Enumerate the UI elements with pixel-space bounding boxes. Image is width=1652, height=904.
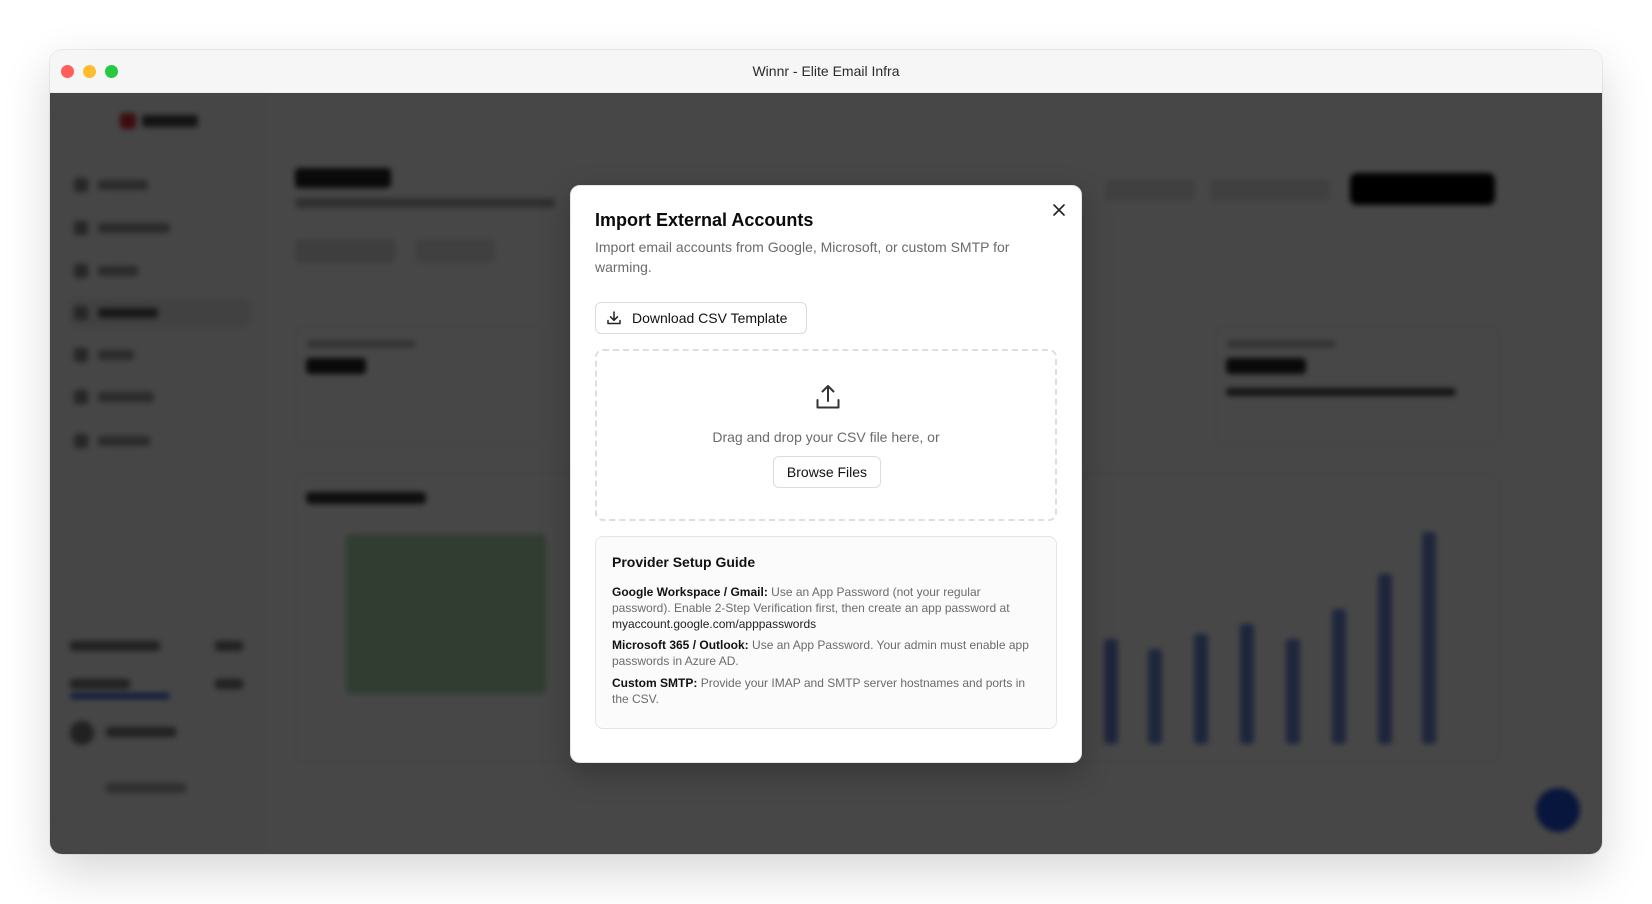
app-window: Winnr - Elite Email Infra Import Externa…	[50, 50, 1602, 854]
dropzone-text: Drag and drop your CSV file here, or	[712, 429, 940, 445]
download-button-label: Download CSV Template	[632, 310, 788, 326]
guide-title: Provider Setup Guide	[612, 554, 756, 570]
guide-item-smtp: Custom SMTP: Provide your IMAP and SMTP …	[612, 675, 1042, 707]
import-accounts-dialog: Import External Accounts Import email ac…	[570, 185, 1082, 763]
dialog-description: Import email accounts from Google, Micro…	[595, 239, 1010, 275]
close-window-button[interactable]	[61, 65, 74, 78]
csv-dropzone[interactable]: Drag and drop your CSV file here, or Bro…	[595, 349, 1057, 521]
minimize-window-button[interactable]	[83, 65, 96, 78]
guide-item-label: Google Workspace / Gmail:	[612, 585, 768, 599]
browse-files-button[interactable]: Browse Files	[773, 456, 881, 488]
guide-item-label: Microsoft 365 / Outlook:	[612, 638, 749, 652]
guide-item-google: Google Workspace / Gmail: Use an App Pas…	[612, 584, 1042, 632]
download-csv-template-button[interactable]: Download CSV Template	[595, 302, 807, 334]
browse-button-label: Browse Files	[786, 464, 868, 480]
close-icon	[1053, 204, 1065, 216]
title-bar: Winnr - Elite Email Infra	[50, 50, 1602, 93]
guide-item-microsoft: Microsoft 365 / Outlook: Use an App Pass…	[612, 637, 1042, 669]
upload-icon	[816, 385, 840, 409]
maximize-window-button[interactable]	[105, 65, 118, 78]
close-dialog-button[interactable]	[1049, 200, 1069, 220]
provider-setup-guide: Provider Setup Guide Google Workspace / …	[595, 536, 1057, 729]
dialog-title: Import External Accounts	[595, 210, 814, 230]
download-icon	[607, 311, 621, 325]
window-controls	[61, 65, 118, 78]
app-passwords-link[interactable]: myaccount.google.com/apppasswords	[612, 617, 816, 631]
guide-item-label: Custom SMTP:	[612, 676, 698, 690]
window-title: Winnr - Elite Email Infra	[752, 63, 900, 79]
